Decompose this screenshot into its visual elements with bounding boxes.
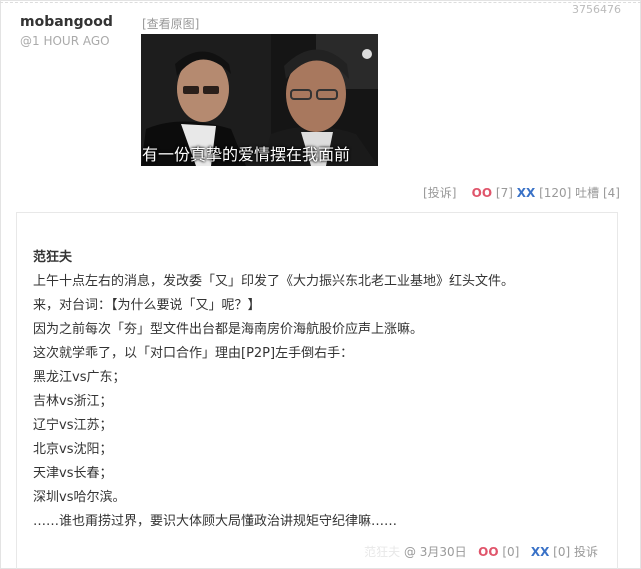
post-time: @1 HOUR AGO: [20, 34, 110, 48]
post-author[interactable]: mobangood: [20, 14, 113, 30]
comment-line: 辽宁vs江苏；: [33, 418, 113, 433]
comment-line: 这次就学乖了，以「对口合作」理由[P2P]左手倒右手：: [33, 346, 354, 361]
comment-xx-count: [0]: [553, 545, 571, 559]
comment-box: 范狂夫 上午十点左右的消息，发改委「又」印发了《大力振兴东北老工业基地》红头文件…: [16, 212, 618, 569]
comment-date: @ 3月30日: [403, 545, 467, 559]
comment-line: ……谁也甭捞过界，要识大体顾大局懂政治讲规矩守纪律嘛……: [33, 514, 398, 529]
post-meta: [投诉] OO [7] XX [120] 吐槽 [4]: [423, 184, 620, 201]
comment-line: 北京vs沈阳；: [33, 442, 113, 457]
comment-line: 因为之前每次「夯」型文件出台都是海南房价海航股价应声上涨嘛。: [33, 322, 424, 337]
comment-meta: 范狂夫 @ 3月30日 OO [0] XX [0] 投诉: [364, 543, 598, 560]
comment-line: 上午十点左右的消息，发改委「又」印发了《大力振兴东北老工业基地》红头文件。: [33, 274, 515, 289]
comment-oo-count: [0]: [502, 545, 520, 559]
comment-body: 上午十点左右的消息，发改委「又」印发了《大力振兴东北老工业基地》红头文件。 来，…: [33, 270, 514, 534]
xx-count: [120]: [539, 186, 572, 200]
xx-button[interactable]: XX: [517, 186, 536, 200]
divider: [0, 2, 641, 4]
comment-faded-author: 范狂夫: [364, 545, 401, 559]
comment-line: 深圳vs哈尔滨。: [33, 490, 126, 505]
view-original-link[interactable]: [查看原图]: [142, 15, 199, 32]
comment-xx-button[interactable]: XX: [531, 545, 550, 559]
comment-line: 黑龙江vs广东；: [33, 370, 126, 385]
video-subtitle: 有一份真挚的爱情摆在我面前: [142, 145, 351, 164]
comment-line: 天津vs长春；: [33, 466, 113, 481]
comment-line: 吉林vs浙江；: [33, 394, 113, 409]
oo-count: [7]: [495, 186, 513, 200]
tucao-link[interactable]: 吐槽 [4]: [575, 186, 620, 200]
comment-author: 范狂夫: [33, 250, 73, 265]
comment-line: 来，对台词：【为什么要说「又」呢？】: [33, 298, 261, 313]
oo-button[interactable]: OO: [472, 186, 492, 200]
comment-report-link[interactable]: 投诉: [574, 545, 598, 559]
post-image[interactable]: 有一份真挚的爱情摆在我面前: [141, 34, 378, 166]
post-id: 3756476: [572, 3, 621, 16]
report-link[interactable]: [投诉]: [423, 186, 456, 200]
comment-oo-button[interactable]: OO: [478, 545, 498, 559]
